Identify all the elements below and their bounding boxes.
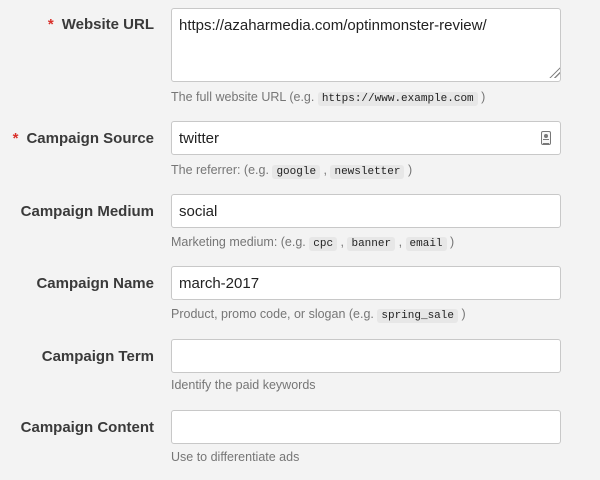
hint-text: Marketing medium: (e.g. bbox=[171, 235, 310, 249]
resize-grip-icon[interactable] bbox=[548, 66, 560, 78]
campaign-medium-label: Campaign Medium bbox=[20, 203, 154, 220]
hint-separator: , bbox=[337, 235, 348, 249]
hint-text: The referrer: (e.g. bbox=[171, 163, 273, 177]
hint-example-code: banner bbox=[347, 237, 396, 251]
hint-text: The full website URL (e.g. bbox=[171, 90, 318, 104]
campaign-term-input[interactable] bbox=[171, 339, 561, 373]
contact-card-icon[interactable] bbox=[541, 131, 551, 145]
hint-text: ) bbox=[446, 235, 455, 249]
campaign-source-hint: The referrer: (e.g. google , newsletter … bbox=[171, 163, 413, 179]
website-url-hint: The full website URL (e.g. https://www.e… bbox=[171, 90, 486, 106]
hint-text: ) bbox=[477, 90, 486, 104]
hint-separator: , bbox=[320, 163, 331, 177]
hint-example-code: email bbox=[405, 237, 447, 251]
hint-text: ) bbox=[404, 163, 413, 177]
hint-text: Product, promo code, or slogan (e.g. bbox=[171, 307, 378, 321]
hint-example-code: google bbox=[272, 165, 321, 179]
campaign-source-label: * Campaign Source bbox=[13, 130, 154, 147]
campaign-medium-input[interactable] bbox=[171, 194, 561, 228]
campaign-source-input[interactable] bbox=[171, 121, 561, 155]
campaign-content-input[interactable] bbox=[171, 410, 561, 444]
hint-example-code: cpc bbox=[309, 237, 338, 251]
hint-separator: , bbox=[395, 235, 406, 249]
campaign-name-hint: Product, promo code, or slogan (e.g. spr… bbox=[171, 307, 466, 323]
hint-example-code: https://www.example.com bbox=[317, 92, 478, 106]
campaign-term-hint: Identify the paid keywords bbox=[171, 378, 316, 392]
campaign-source-label-text: Campaign Source bbox=[26, 130, 154, 147]
campaign-name-input[interactable] bbox=[171, 266, 561, 300]
campaign-name-label: Campaign Name bbox=[36, 275, 154, 292]
required-indicator: * bbox=[47, 16, 54, 33]
hint-text: ) bbox=[458, 307, 466, 321]
website-url-input[interactable] bbox=[171, 8, 561, 82]
campaign-medium-hint: Marketing medium: (e.g. cpc , banner , e… bbox=[171, 235, 455, 251]
required-indicator: * bbox=[12, 130, 19, 147]
hint-example-code: newsletter bbox=[330, 165, 405, 179]
website-url-label-text: Website URL bbox=[61, 16, 154, 33]
campaign-term-label: Campaign Term bbox=[41, 348, 154, 365]
campaign-content-label: Campaign Content bbox=[20, 419, 154, 436]
website-url-label: * Website URL bbox=[48, 16, 154, 33]
hint-example-code: spring_sale bbox=[377, 309, 458, 323]
campaign-content-hint: Use to differentiate ads bbox=[171, 450, 300, 464]
